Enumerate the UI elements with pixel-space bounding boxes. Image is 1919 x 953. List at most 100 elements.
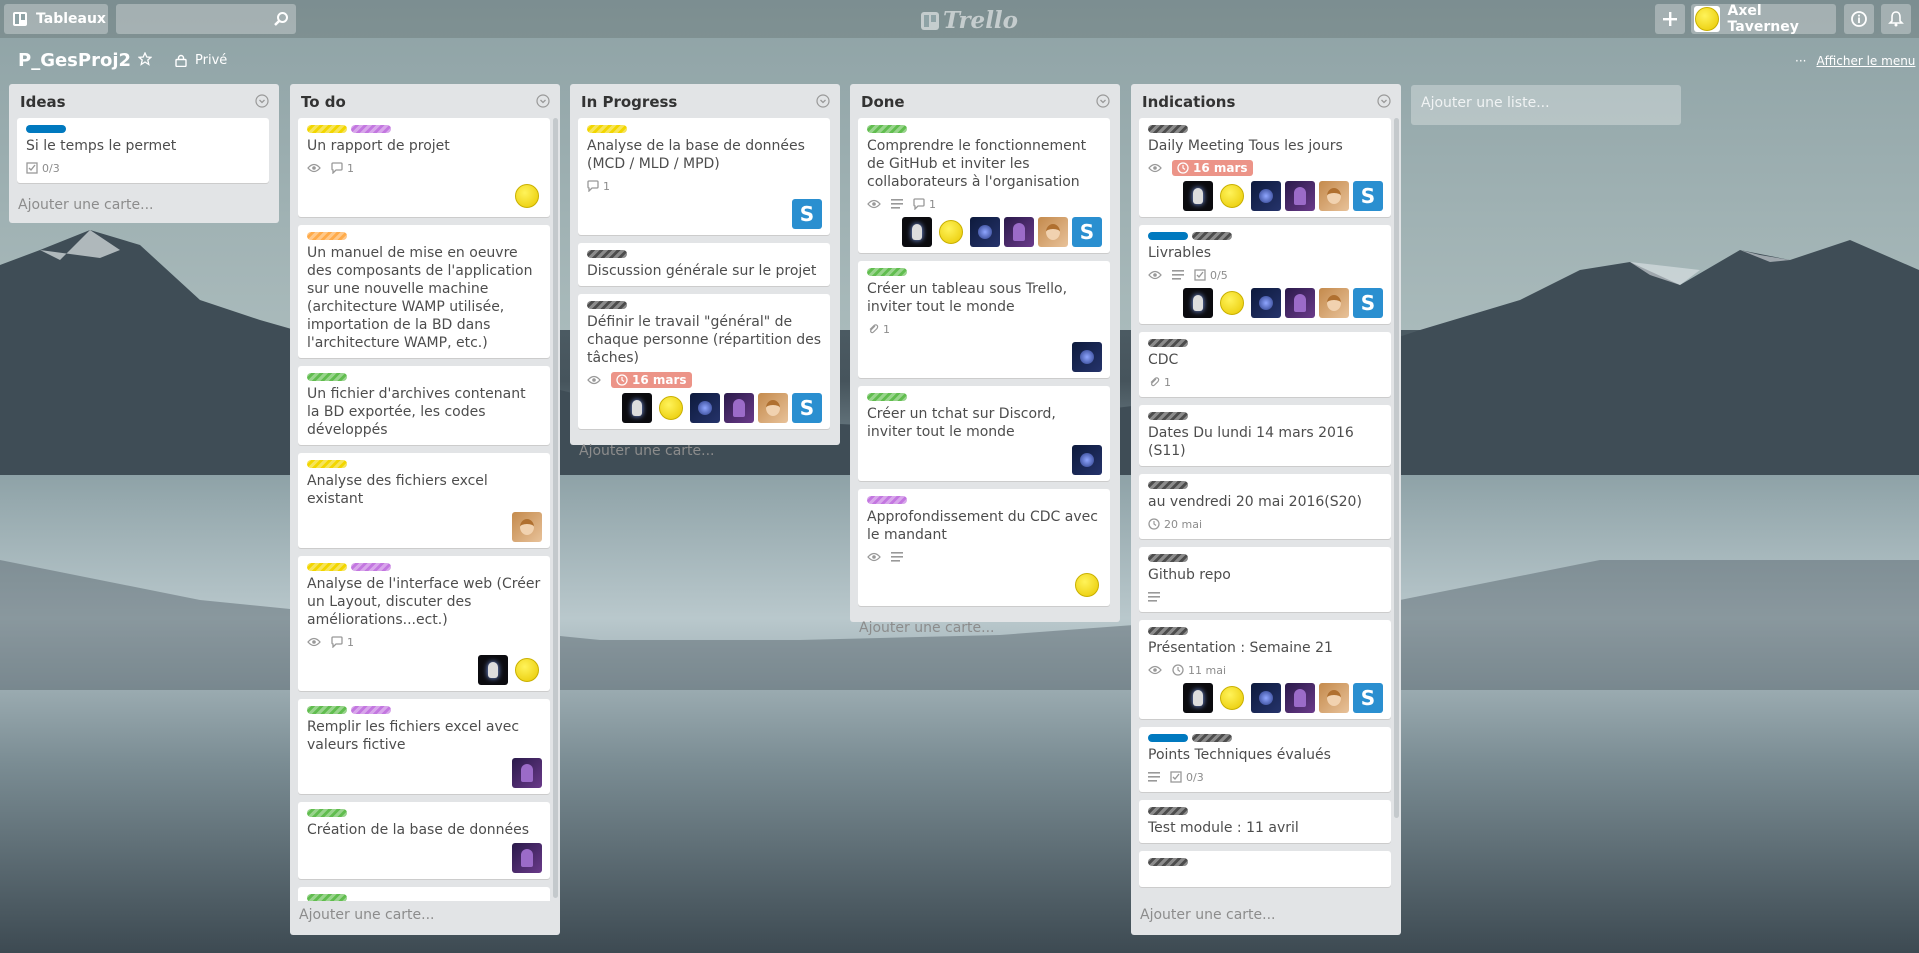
add-card-button[interactable]: Ajouter une carte... (850, 614, 1120, 646)
avatar-yellow-ball[interactable] (512, 655, 542, 685)
avatar-navy[interactable] (1072, 342, 1102, 372)
list-menu-icon[interactable] (1377, 94, 1391, 112)
notifications-button[interactable] (1881, 4, 1911, 34)
card-members: S (1148, 288, 1383, 318)
avatar-yellow-ball[interactable] (512, 181, 542, 211)
card[interactable]: Créer un tableau sous Trello, inviter to… (858, 261, 1110, 378)
avatar-yellow-ball[interactable] (1217, 683, 1247, 713)
list-title[interactable]: In Progress (581, 93, 677, 111)
avatar-navy[interactable] (1251, 683, 1281, 713)
card[interactable]: Dates Du lundi 14 mars 2016 (S11) (1139, 405, 1391, 466)
list-title[interactable]: Done (861, 93, 905, 111)
list-menu-icon[interactable] (536, 94, 550, 112)
card[interactable]: CDC 1 (1139, 332, 1391, 397)
card[interactable]: Comprendre le fonctionnement de GitHub e… (858, 118, 1110, 253)
card[interactable]: Analyse des fichiers excel existant (298, 453, 550, 548)
avatar-face[interactable] (1038, 217, 1068, 247)
avatar-yellow-ball[interactable] (1217, 181, 1247, 211)
add-card-button[interactable]: Ajouter une carte... (9, 191, 279, 223)
card[interactable]: Créer un tchat sur Discord, inviter tout… (858, 386, 1110, 481)
avatar-s-logo[interactable]: S (792, 199, 822, 229)
avatar-purple[interactable] (1285, 288, 1315, 318)
card[interactable]: Discussion générale sur le projet (578, 243, 830, 286)
avatar-s-logo[interactable]: S (792, 393, 822, 423)
info-button[interactable] (1844, 4, 1874, 34)
list-menu-icon[interactable] (816, 94, 830, 112)
card-labels (26, 125, 261, 133)
avatar-yellow-ball[interactable] (1072, 570, 1102, 600)
card[interactable]: au vendredi 20 mai 2016(S20) 20 mai (1139, 474, 1391, 539)
add-list-button[interactable]: Ajouter une liste... (1411, 85, 1681, 125)
card[interactable]: Un rapport de projet 1 (298, 118, 550, 217)
card[interactable] (1139, 851, 1391, 887)
user-menu-button[interactable]: Axel Taverney (1691, 3, 1836, 35)
card[interactable]: Création de la base de données (298, 802, 550, 879)
card[interactable]: Ajout des fichier excel créé dans la bas… (298, 887, 550, 901)
card[interactable]: Définir le travail "général" de chaque p… (578, 294, 830, 429)
avatar-dark[interactable] (1183, 181, 1213, 211)
list-menu-icon[interactable] (1096, 94, 1110, 112)
card[interactable]: Un manuel de mise en oeuvre des composan… (298, 225, 550, 358)
card[interactable]: Analyse de l'interface web (Créer un Lay… (298, 556, 550, 691)
avatar-purple[interactable] (512, 843, 542, 873)
card[interactable]: Github repo (1139, 547, 1391, 612)
avatar-purple[interactable] (1285, 181, 1315, 211)
avatar-navy[interactable] (970, 217, 1000, 247)
card[interactable]: Livrables 0/5 S (1139, 225, 1391, 324)
list-title[interactable]: Indications (1142, 93, 1235, 111)
label-black (1148, 125, 1188, 133)
avatar-purple[interactable] (512, 758, 542, 788)
card[interactable]: Analyse de la base de données (MCD / MLD… (578, 118, 830, 235)
avatar-face[interactable] (512, 512, 542, 542)
card[interactable]: Daily Meeting Tous les jours 16 mars S (1139, 118, 1391, 217)
avatar-dark[interactable] (622, 393, 652, 423)
avatar-s-logo[interactable]: S (1353, 683, 1383, 713)
avatar-navy[interactable] (690, 393, 720, 423)
list-scrollbar[interactable] (553, 118, 558, 898)
list-header[interactable]: To do (290, 84, 560, 118)
card[interactable]: Un fichier d'archives contenant la BD ex… (298, 366, 550, 445)
boards-button[interactable]: Tableaux (4, 4, 108, 34)
list-menu-icon[interactable] (255, 94, 269, 112)
avatar-dark[interactable] (1183, 288, 1213, 318)
avatar-s-logo[interactable]: S (1353, 181, 1383, 211)
list-header[interactable]: Done (850, 84, 1120, 118)
search-input[interactable] (116, 4, 296, 34)
card[interactable]: Remplir les fichiers excel avec valeurs … (298, 699, 550, 794)
avatar-face[interactable] (1319, 181, 1349, 211)
search-icon[interactable] (273, 11, 289, 31)
list-title[interactable]: Ideas (20, 93, 66, 111)
card[interactable]: Points Techniques évalués 0/3 (1139, 727, 1391, 792)
avatar-face[interactable] (1319, 683, 1349, 713)
avatar-navy[interactable] (1072, 445, 1102, 475)
add-card-button[interactable]: Ajouter une carte... (1131, 901, 1401, 933)
list-title[interactable]: To do (301, 93, 346, 111)
add-button[interactable] (1655, 4, 1685, 34)
avatar-face[interactable] (758, 393, 788, 423)
avatar-s-logo[interactable]: S (1072, 217, 1102, 247)
trello-logo[interactable]: Trello (921, 7, 1018, 34)
avatar-purple[interactable] (1285, 683, 1315, 713)
avatar-navy[interactable] (1251, 288, 1281, 318)
avatar-dark[interactable] (902, 217, 932, 247)
list-header[interactable]: Indications (1131, 84, 1401, 118)
avatar-dark[interactable] (1183, 683, 1213, 713)
avatar-navy[interactable] (1251, 181, 1281, 211)
avatar-face[interactable] (1319, 288, 1349, 318)
card[interactable]: Présentation : Semaine 21 11 mai S (1139, 620, 1391, 719)
avatar-s-logo[interactable]: S (1353, 288, 1383, 318)
list-scrollbar[interactable] (1394, 118, 1399, 818)
avatar-yellow-ball[interactable] (1217, 288, 1247, 318)
add-card-button[interactable]: Ajouter une carte... (290, 901, 560, 933)
card[interactable]: Test module : 11 avril (1139, 800, 1391, 843)
avatar-purple[interactable] (724, 393, 754, 423)
card[interactable]: Approfondissement du CDC avec le mandant (858, 489, 1110, 606)
list-header[interactable]: In Progress (570, 84, 840, 118)
avatar-yellow-ball[interactable] (656, 393, 686, 423)
avatar-purple[interactable] (1004, 217, 1034, 247)
add-card-button[interactable]: Ajouter une carte... (570, 437, 840, 469)
list-header[interactable]: Ideas (9, 84, 279, 118)
card[interactable]: Si le temps le permet 0/3 (17, 118, 269, 183)
avatar-dark[interactable] (478, 655, 508, 685)
avatar-yellow-ball[interactable] (936, 217, 966, 247)
